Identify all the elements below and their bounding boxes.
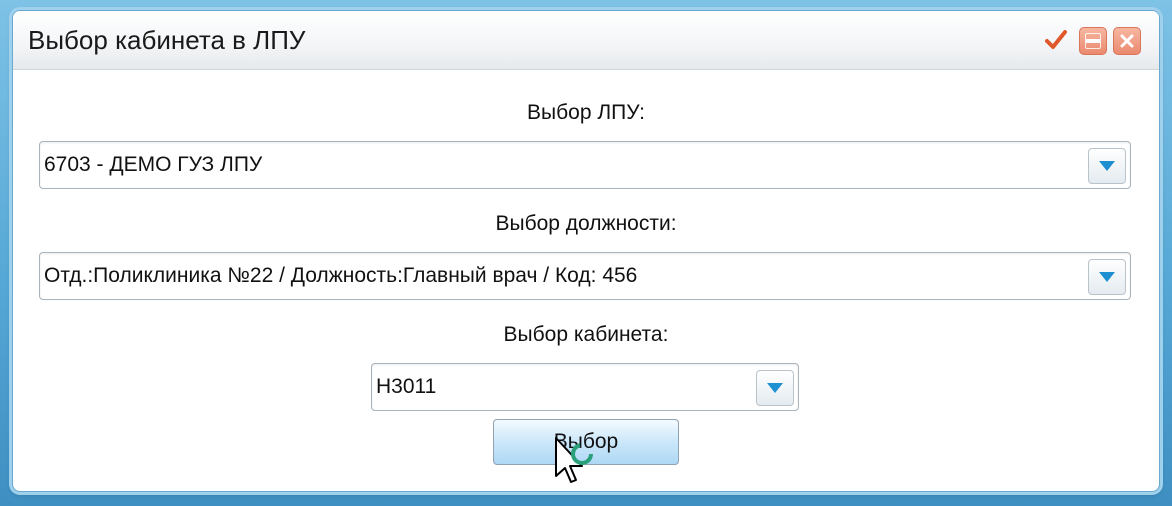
cabinet-dropdown-button[interactable] [756, 370, 794, 406]
lpu-select-value: 6703 - ДЕМО ГУЗ ЛПУ [44, 153, 263, 176]
title-bar[interactable]: Выбор кабинета в ЛПУ [13, 11, 1159, 70]
post-dropdown-button[interactable] [1088, 259, 1126, 295]
check-icon[interactable] [1043, 27, 1069, 53]
chevron-down-icon [1099, 161, 1115, 171]
cabinet-select[interactable]: Н3011 [371, 363, 799, 411]
dialog-window: Выбор кабинета в ЛПУ Выбор ЛПУ: 6703 - Д… [12, 10, 1160, 492]
lpu-select[interactable]: 6703 - ДЕМО ГУЗ ЛПУ [39, 141, 1131, 189]
post-select[interactable]: Отд.:Поликлиника №22 / Должность:Главный… [39, 252, 1131, 300]
cabinet-select-value: Н3011 [376, 375, 437, 398]
post-select-value: Отд.:Поликлиника №22 / Должность:Главный… [44, 264, 638, 287]
minimize-icon[interactable] [1079, 27, 1107, 55]
cabinet-label: Выбор кабинета: [503, 323, 669, 346]
lpu-dropdown-button[interactable] [1088, 148, 1126, 184]
close-icon[interactable] [1113, 27, 1141, 55]
chevron-down-icon [1099, 272, 1115, 282]
lpu-label: Выбор ЛПУ: [527, 101, 645, 124]
chevron-down-icon [767, 383, 783, 393]
select-button[interactable]: Выбор [493, 419, 679, 465]
window-title: Выбор кабинета в ЛПУ [28, 25, 306, 55]
minimize-bar [1086, 39, 1100, 43]
post-label: Выбор должности: [495, 212, 677, 235]
